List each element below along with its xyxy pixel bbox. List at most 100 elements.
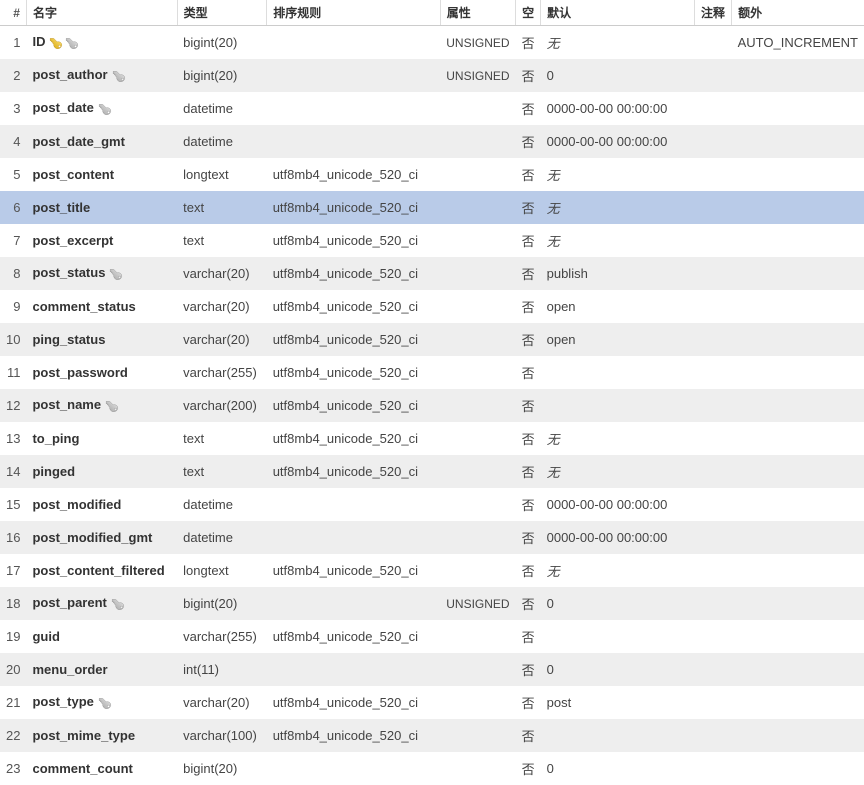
column-extra <box>732 92 864 125</box>
row-number: 16 <box>0 521 26 554</box>
column-type: varchar(20) <box>177 257 267 290</box>
table-row[interactable]: 15post_modifieddatetime否0000-00-00 00:00… <box>0 488 864 521</box>
column-collation: utf8mb4_unicode_520_ci <box>267 620 441 653</box>
column-name: post_modified_gmt <box>26 521 177 554</box>
column-nullable: 否 <box>516 191 541 224</box>
column-attributes <box>440 290 515 323</box>
header-comments[interactable]: 注释 <box>695 0 732 26</box>
column-type: datetime <box>177 92 267 125</box>
column-type: varchar(20) <box>177 323 267 356</box>
column-comment <box>695 191 732 224</box>
table-row[interactable]: 2post_authorbigint(20)UNSIGNED否0 <box>0 59 864 92</box>
column-collation <box>267 521 441 554</box>
column-collation: utf8mb4_unicode_520_ci <box>267 257 441 290</box>
index-key-icon <box>109 268 123 282</box>
index-key-icon <box>112 70 126 84</box>
header-extra[interactable]: 额外 <box>732 0 864 26</box>
index-key-icon <box>65 37 79 51</box>
column-extra <box>732 125 864 158</box>
column-name: post_password <box>26 356 177 389</box>
column-nullable: 否 <box>516 257 541 290</box>
table-row[interactable]: 21post_typevarchar(20)utf8mb4_unicode_52… <box>0 686 864 719</box>
column-collation: utf8mb4_unicode_520_ci <box>267 323 441 356</box>
column-collation: utf8mb4_unicode_520_ci <box>267 224 441 257</box>
table-row[interactable]: 12post_namevarchar(200)utf8mb4_unicode_5… <box>0 389 864 422</box>
table-row[interactable]: 7post_excerpttextutf8mb4_unicode_520_ci否… <box>0 224 864 257</box>
row-number: 9 <box>0 290 26 323</box>
table-row[interactable]: 20menu_orderint(11)否0 <box>0 653 864 686</box>
table-row[interactable]: 8post_statusvarchar(20)utf8mb4_unicode_5… <box>0 257 864 290</box>
column-default: open <box>541 290 695 323</box>
column-comment <box>695 554 732 587</box>
table-row[interactable]: 3post_datedatetime否0000-00-00 00:00:00 <box>0 92 864 125</box>
column-comment <box>695 290 732 323</box>
column-extra <box>732 323 864 356</box>
column-collation: utf8mb4_unicode_520_ci <box>267 158 441 191</box>
column-comment <box>695 422 732 455</box>
column-collation: utf8mb4_unicode_520_ci <box>267 455 441 488</box>
column-name: guid <box>26 620 177 653</box>
column-comment <box>695 59 732 92</box>
table-row[interactable]: 18post_parentbigint(20)UNSIGNED否0 <box>0 587 864 620</box>
header-type[interactable]: 类型 <box>177 0 267 26</box>
header-attributes[interactable]: 属性 <box>440 0 515 26</box>
column-attributes <box>440 92 515 125</box>
table-row[interactable]: 9comment_statusvarchar(20)utf8mb4_unicod… <box>0 290 864 323</box>
table-row[interactable]: 16post_modified_gmtdatetime否0000-00-00 0… <box>0 521 864 554</box>
column-attributes <box>440 257 515 290</box>
column-name: post_content_filtered <box>26 554 177 587</box>
column-collation: utf8mb4_unicode_520_ci <box>267 686 441 719</box>
column-comment <box>695 257 732 290</box>
column-comment <box>695 158 732 191</box>
column-name: post_title <box>26 191 177 224</box>
table-row[interactable]: 13to_pingtextutf8mb4_unicode_520_ci否无 <box>0 422 864 455</box>
header-collation[interactable]: 排序规则 <box>267 0 441 26</box>
table-row[interactable]: 19guidvarchar(255)utf8mb4_unicode_520_ci… <box>0 620 864 653</box>
row-number: 19 <box>0 620 26 653</box>
table-row[interactable]: 22post_mime_typevarchar(100)utf8mb4_unic… <box>0 719 864 752</box>
table-row[interactable]: 1IDbigint(20)UNSIGNED否无AUTO_INCREMENT <box>0 26 864 60</box>
row-number: 3 <box>0 92 26 125</box>
column-comment <box>695 224 732 257</box>
column-comment <box>695 26 732 60</box>
column-name: post_author <box>26 59 177 92</box>
row-number: 14 <box>0 455 26 488</box>
table-row[interactable]: 4post_date_gmtdatetime否0000-00-00 00:00:… <box>0 125 864 158</box>
table-row[interactable]: 5post_contentlongtextutf8mb4_unicode_520… <box>0 158 864 191</box>
row-number: 11 <box>0 356 26 389</box>
column-nullable: 否 <box>516 521 541 554</box>
column-name: pinged <box>26 455 177 488</box>
column-collation: utf8mb4_unicode_520_ci <box>267 554 441 587</box>
row-number: 21 <box>0 686 26 719</box>
column-type: int(11) <box>177 653 267 686</box>
column-name: ID <box>26 26 177 60</box>
column-nullable: 否 <box>516 224 541 257</box>
column-extra <box>732 587 864 620</box>
column-nullable: 否 <box>516 59 541 92</box>
row-number: 8 <box>0 257 26 290</box>
column-default <box>541 719 695 752</box>
header-num[interactable]: # <box>0 0 26 26</box>
column-name: ping_status <box>26 323 177 356</box>
table-row[interactable]: 17post_content_filteredlongtextutf8mb4_u… <box>0 554 864 587</box>
header-null[interactable]: 空 <box>516 0 541 26</box>
column-type: varchar(100) <box>177 719 267 752</box>
header-row: # 名字 类型 排序规则 属性 空 默认 注释 额外 <box>0 0 864 26</box>
column-default <box>541 389 695 422</box>
index-key-icon <box>98 697 112 711</box>
column-extra <box>732 389 864 422</box>
table-row[interactable]: 6post_titletextutf8mb4_unicode_520_ci否无 <box>0 191 864 224</box>
header-name[interactable]: 名字 <box>26 0 177 26</box>
table-row[interactable]: 11post_passwordvarchar(255)utf8mb4_unico… <box>0 356 864 389</box>
column-extra <box>732 422 864 455</box>
column-collation <box>267 488 441 521</box>
column-comment <box>695 521 732 554</box>
table-row[interactable]: 14pingedtextutf8mb4_unicode_520_ci否无 <box>0 455 864 488</box>
header-default[interactable]: 默认 <box>541 0 695 26</box>
column-extra <box>732 653 864 686</box>
column-name: post_mime_type <box>26 719 177 752</box>
column-type: varchar(20) <box>177 686 267 719</box>
column-type: text <box>177 224 267 257</box>
column-type: text <box>177 191 267 224</box>
table-row[interactable]: 10ping_statusvarchar(20)utf8mb4_unicode_… <box>0 323 864 356</box>
